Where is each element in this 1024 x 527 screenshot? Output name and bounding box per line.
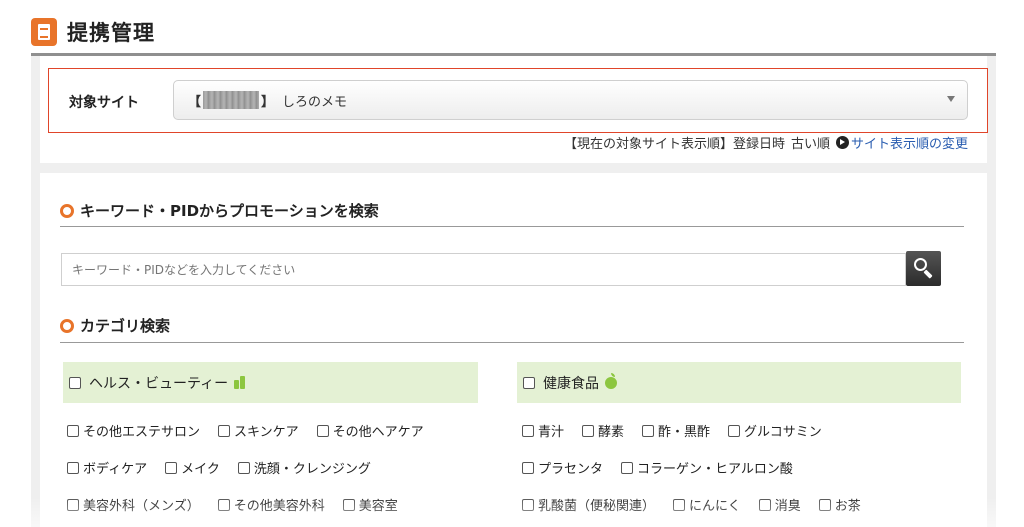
- category-group-health-beauty[interactable]: ヘルス・ビューティー: [63, 362, 478, 403]
- apple-icon: [605, 372, 617, 389]
- checkbox[interactable]: [67, 498, 79, 511]
- category-checkbox[interactable]: [523, 376, 535, 389]
- checkbox[interactable]: [67, 424, 79, 437]
- category-option[interactable]: 消臭: [758, 495, 801, 514]
- checkbox[interactable]: [218, 424, 231, 437]
- select-left-bracket: 【: [188, 94, 202, 110]
- keyword-search-heading: キーワード・PIDからプロモーションを検索: [60, 200, 379, 221]
- category-row: ボディケア メイク 洗顔・クレンジング: [67, 458, 389, 477]
- category-option[interactable]: 洗顔・クレンジング: [237, 458, 371, 477]
- category-checkbox[interactable]: [69, 376, 81, 389]
- category-option[interactable]: お茶: [818, 495, 861, 514]
- checkbox[interactable]: [522, 424, 534, 437]
- category-option[interactable]: メイク: [165, 458, 220, 477]
- category-row: 乳酸菌（便秘関連） にんにく 消臭 お茶: [522, 495, 879, 514]
- target-site-label: 対象サイト: [69, 95, 139, 111]
- keyword-section-divider: [60, 226, 964, 227]
- category-option[interactable]: スキンケア: [218, 421, 299, 440]
- category-option[interactable]: その他美容外科: [217, 495, 325, 514]
- category-option[interactable]: 酵素: [582, 421, 624, 440]
- category-group-name: ヘルス・ビューティー: [89, 375, 229, 392]
- checkbox[interactable]: [316, 424, 329, 437]
- change-site-order-link[interactable]: サイト表示順の変更: [851, 133, 968, 152]
- category-row: 美容外科（メンズ） その他美容外科 美容室: [67, 495, 416, 514]
- category-option[interactable]: 乳酸菌（便秘関連）: [522, 495, 655, 514]
- checkbox[interactable]: [522, 461, 534, 474]
- target-site-box: 対象サイト 【 】 しろのメモ: [48, 68, 988, 133]
- category-option[interactable]: プラセンタ: [522, 458, 603, 477]
- checkbox[interactable]: [522, 498, 534, 511]
- keyword-search-input[interactable]: [61, 253, 906, 286]
- category-group-name: 健康食品: [543, 375, 599, 392]
- page-title: 提携管理: [67, 21, 155, 45]
- site-order-info: 【現在の対象サイト表示順】登録日時 古い順 サイト表示順の変更: [564, 133, 968, 152]
- search-button[interactable]: [906, 251, 941, 286]
- category-row: 青汁 酵素 酢・黒酢 グルコサミン: [522, 421, 840, 440]
- checkbox[interactable]: [642, 424, 655, 437]
- category-row: プラセンタ コラーゲン・ヒアルロン酸: [522, 458, 811, 477]
- checkbox[interactable]: [728, 424, 741, 437]
- selected-site-name: しろのメモ: [282, 94, 348, 110]
- category-row: その他エステサロン スキンケア その他ヘアケア: [67, 421, 442, 440]
- checkbox[interactable]: [342, 498, 355, 511]
- checkbox[interactable]: [818, 498, 831, 511]
- category-option[interactable]: その他ヘアケア: [316, 421, 424, 440]
- category-option[interactable]: グルコサミン: [728, 421, 822, 440]
- arrow-right-circle-icon: [835, 136, 849, 149]
- checkbox[interactable]: [621, 461, 634, 474]
- category-group-health-food[interactable]: 健康食品: [517, 362, 961, 403]
- checkbox[interactable]: [237, 461, 250, 474]
- checkbox[interactable]: [582, 424, 595, 437]
- category-option[interactable]: にんにく: [673, 495, 741, 514]
- checkbox[interactable]: [673, 498, 686, 511]
- bottle-icon: [234, 376, 246, 389]
- category-section-divider: [60, 342, 964, 343]
- target-site-select[interactable]: 【 】 しろのメモ: [173, 80, 968, 120]
- ring-icon: [60, 203, 74, 218]
- category-option[interactable]: 酢・黒酢: [642, 421, 710, 440]
- category-option[interactable]: コラーゲン・ヒアルロン酸: [621, 458, 793, 477]
- document-icon: [31, 18, 57, 46]
- ring-icon: [60, 318, 74, 333]
- category-option[interactable]: 美容室: [342, 495, 398, 514]
- category-option[interactable]: 青汁: [522, 421, 564, 440]
- checkbox[interactable]: [165, 461, 178, 474]
- category-search-heading: カテゴリ検索: [60, 315, 170, 336]
- order-value: 古い順: [790, 137, 830, 152]
- select-right-bracket: 】: [261, 94, 275, 110]
- category-option[interactable]: 美容外科（メンズ）: [67, 495, 200, 514]
- checkbox[interactable]: [67, 461, 79, 474]
- category-search-heading-text: カテゴリ検索: [80, 317, 171, 335]
- dropdown-arrow-icon: [947, 96, 955, 102]
- order-prefix: 【現在の対象サイト表示順】登録日時: [563, 137, 785, 152]
- keyword-search-heading-text: キーワード・PIDからプロモーションを検索: [80, 202, 379, 220]
- category-option[interactable]: その他エステサロン: [67, 421, 200, 440]
- masked-site-id: [203, 91, 260, 109]
- checkbox[interactable]: [217, 498, 230, 511]
- checkbox[interactable]: [758, 498, 771, 511]
- page-header: 提携管理: [31, 16, 155, 48]
- category-option[interactable]: ボディケア: [67, 458, 147, 477]
